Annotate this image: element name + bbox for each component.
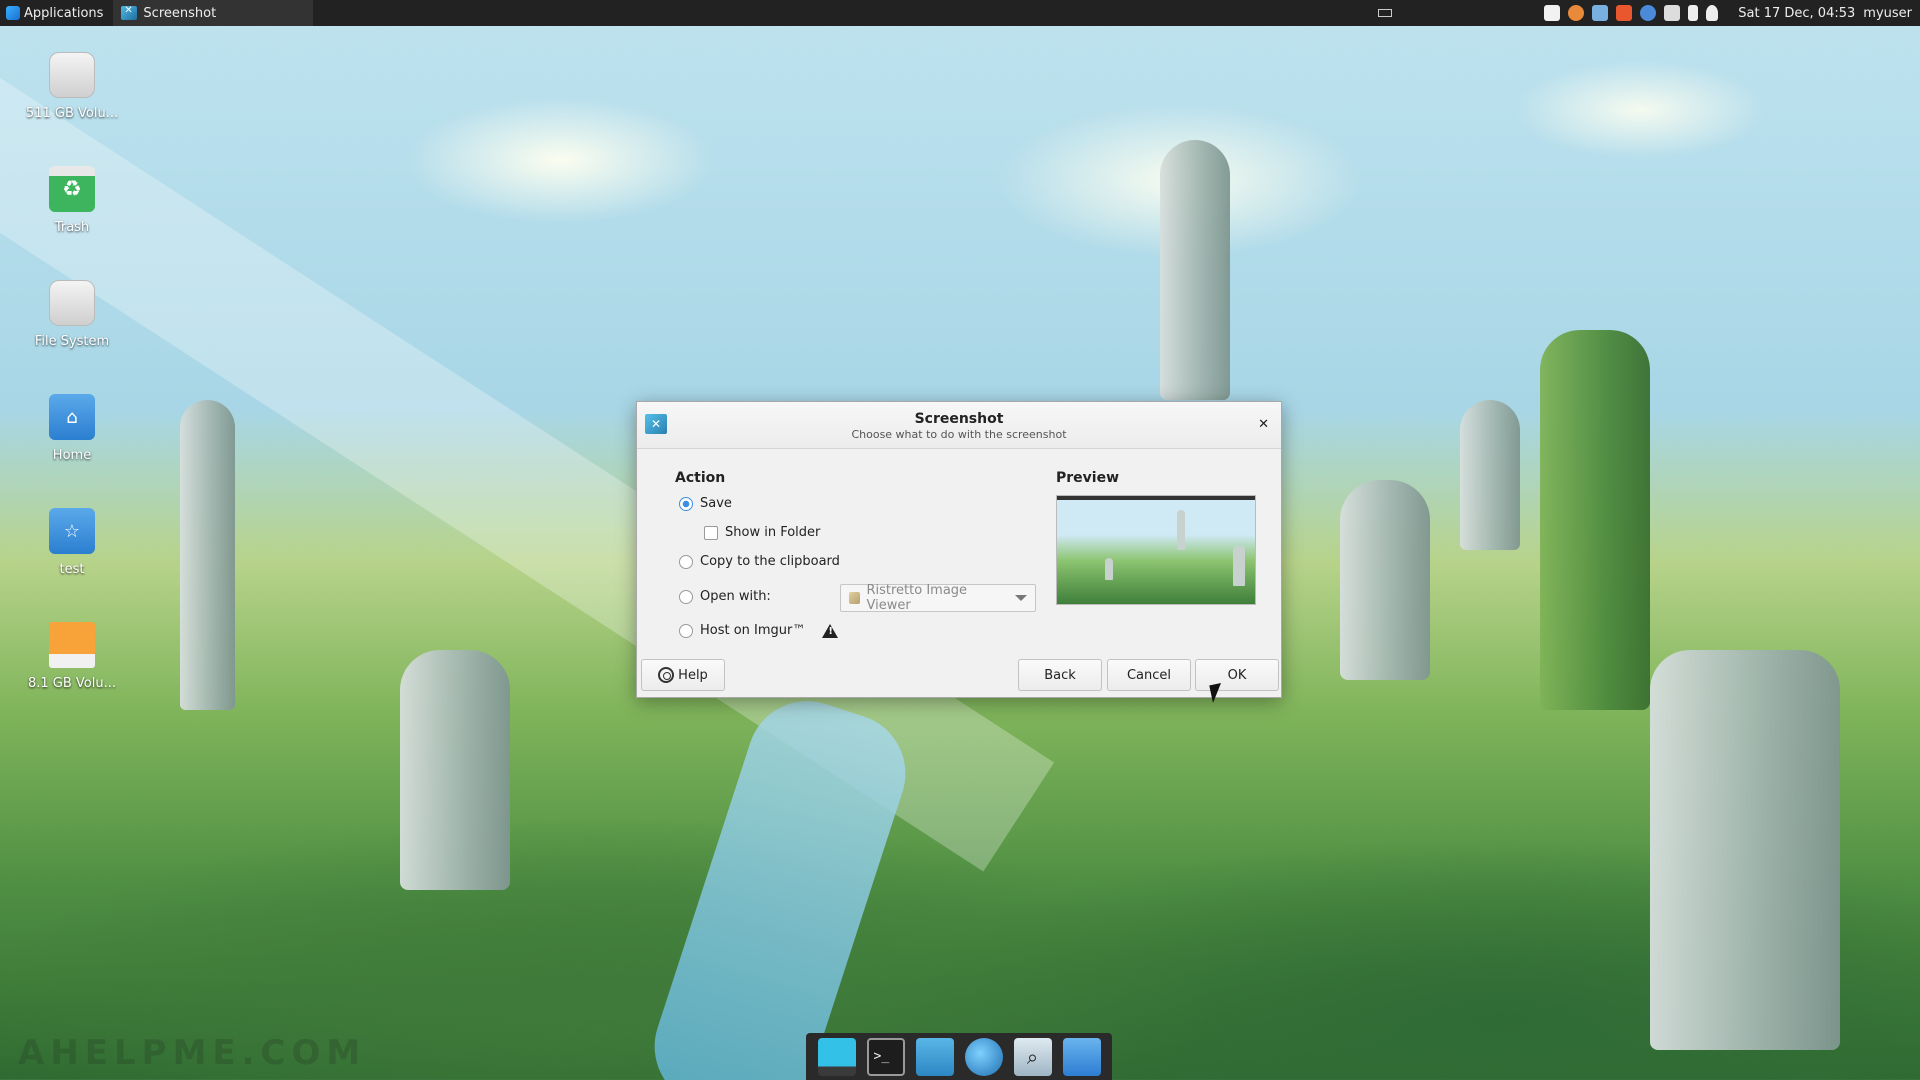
updates-icon[interactable] <box>1568 5 1585 21</box>
desktop-icon-label: File System <box>34 334 110 349</box>
battery-icon[interactable] <box>1688 5 1699 21</box>
desktop-icon-label: 511 GB Volu... <box>25 106 119 121</box>
dialog-body: Action Save Show in Folder Copy to the c… <box>637 449 1281 655</box>
screenshot-preview-image <box>1056 495 1256 605</box>
help-button[interactable]: Help <box>641 659 725 691</box>
preview-stone <box>1177 510 1185 550</box>
applications-icon <box>6 6 20 20</box>
screenshot-dialog: ✕ Screenshot Choose what to do with the … <box>636 401 1282 698</box>
folder-icon[interactable] <box>1062 1037 1101 1076</box>
stone-decoration <box>400 650 510 890</box>
show-desktop-icon[interactable] <box>817 1037 856 1076</box>
help-button-label: Help <box>678 667 708 683</box>
user-menu[interactable]: myuser <box>1863 6 1920 21</box>
file-manager-icon[interactable] <box>915 1037 954 1076</box>
warning-icon <box>822 623 839 638</box>
dialog-titlebar[interactable]: ✕ Screenshot Choose what to do with the … <box>637 402 1281 449</box>
open-with-app-select[interactable]: Ristretto Image Viewer <box>840 583 1036 613</box>
usb-drive-icon <box>49 622 95 668</box>
desktop-icon-test[interactable]: ☆ test <box>12 508 132 577</box>
star-folder-icon: ☆ <box>49 508 95 554</box>
imgur-radio[interactable] <box>679 623 693 638</box>
network-icon[interactable] <box>1592 5 1609 21</box>
taskbar-item-screenshot[interactable]: Screenshot <box>113 0 314 26</box>
watermark: AHELPME.COM <box>18 1033 367 1073</box>
home-folder-icon: ⌂ <box>49 394 95 440</box>
ok-button-label: OK <box>1227 667 1247 683</box>
preview-heading: Preview <box>1056 470 1120 486</box>
cancel-button-label: Cancel <box>1126 667 1172 683</box>
ok-button[interactable]: OK <box>1195 659 1279 691</box>
applications-label: Applications <box>24 5 104 21</box>
show-in-folder-option[interactable]: Show in Folder <box>704 525 820 540</box>
clock[interactable]: Sat 17 Dec, 04:53 <box>1724 6 1863 21</box>
desktop-icon-trash[interactable]: ♻ Trash <box>12 166 132 235</box>
desktop-icon-label: Trash <box>54 220 90 235</box>
notification-bell-icon[interactable] <box>1706 5 1719 21</box>
web-browser-icon[interactable] <box>964 1037 1003 1076</box>
close-button[interactable]: ✕ <box>1258 417 1269 432</box>
dialog-subtitle: Choose what to do with the screenshot <box>851 428 1067 441</box>
save-option[interactable]: Save <box>679 496 732 511</box>
desktop-icon-file-system[interactable]: File System <box>12 280 132 349</box>
taskbar-item-label: Screenshot <box>143 5 217 21</box>
clipboard-label: Copy to the clipboard <box>700 554 840 569</box>
keyboard-layout-icon[interactable] <box>1378 9 1393 17</box>
chevron-down-icon <box>1015 595 1027 601</box>
imgur-option[interactable]: Host on Imgur™ <box>679 623 839 638</box>
action-heading: Action <box>675 470 726 486</box>
clipboard-icon[interactable] <box>1544 5 1561 21</box>
clipboard-radio[interactable] <box>679 554 693 569</box>
system-tray <box>1538 0 1724 26</box>
stone-decoration <box>180 400 235 710</box>
volume-icon[interactable] <box>1664 5 1681 21</box>
drive-icon <box>49 52 95 98</box>
back-button-label: Back <box>1044 667 1076 683</box>
trash-icon: ♻ <box>49 166 95 212</box>
applications-menu-button[interactable]: Applications <box>0 0 109 26</box>
desktop-icon-label: 8.1 GB Volu... <box>27 676 117 691</box>
river-decoration <box>639 685 921 1080</box>
stone-decoration <box>1460 400 1520 550</box>
desktop-icon-label: Home <box>52 448 92 463</box>
open-with-app-value: Ristretto Image Viewer <box>866 583 968 613</box>
dock: >_ ⌕ <box>806 1033 1112 1080</box>
show-in-folder-label: Show in Folder <box>725 525 821 540</box>
save-label: Save <box>700 496 732 511</box>
desktop-icon-volume-8gb[interactable]: 8.1 GB Volu... <box>12 622 132 691</box>
clipboard-option[interactable]: Copy to the clipboard <box>679 554 840 569</box>
stone-decoration <box>1540 330 1650 710</box>
preview-stone <box>1105 558 1113 580</box>
stone-decoration <box>1160 140 1230 400</box>
show-in-folder-checkbox[interactable] <box>704 525 718 540</box>
desktop-icon-volume-511gb[interactable]: 511 GB Volu... <box>12 52 132 121</box>
open-with-label: Open with: <box>700 589 771 604</box>
desktop-icon-label: test <box>59 562 85 577</box>
image-viewer-icon <box>849 592 861 604</box>
open-with-option[interactable]: Open with: <box>679 589 771 604</box>
dialog-title: Screenshot <box>914 411 1004 427</box>
dialog-footer: Help Back Cancel OK <box>637 655 1281 697</box>
preview-stone <box>1233 546 1245 586</box>
screenshot-app-icon <box>121 5 138 20</box>
app-finder-search-icon[interactable]: ⌕ <box>1013 1037 1052 1076</box>
terminal-icon[interactable]: >_ <box>866 1037 905 1076</box>
screenshot-app-icon: ✕ <box>645 414 667 434</box>
back-button[interactable]: Back <box>1018 659 1102 691</box>
help-lifebuoy-icon <box>658 667 675 683</box>
stone-decoration <box>1650 650 1840 1050</box>
stone-decoration <box>1340 480 1430 680</box>
open-with-radio[interactable] <box>679 589 693 604</box>
desktop-icon-home[interactable]: ⌂ Home <box>12 394 132 463</box>
drive-icon <box>49 280 95 326</box>
save-radio[interactable] <box>679 496 693 511</box>
shield-icon[interactable] <box>1616 5 1633 21</box>
imgur-label: Host on Imgur™ <box>700 623 806 638</box>
bluetooth-icon[interactable] <box>1640 5 1657 21</box>
cancel-button[interactable]: Cancel <box>1107 659 1191 691</box>
top-panel: Applications Screenshot Sat 17 Dec, 04:5… <box>0 0 1920 26</box>
